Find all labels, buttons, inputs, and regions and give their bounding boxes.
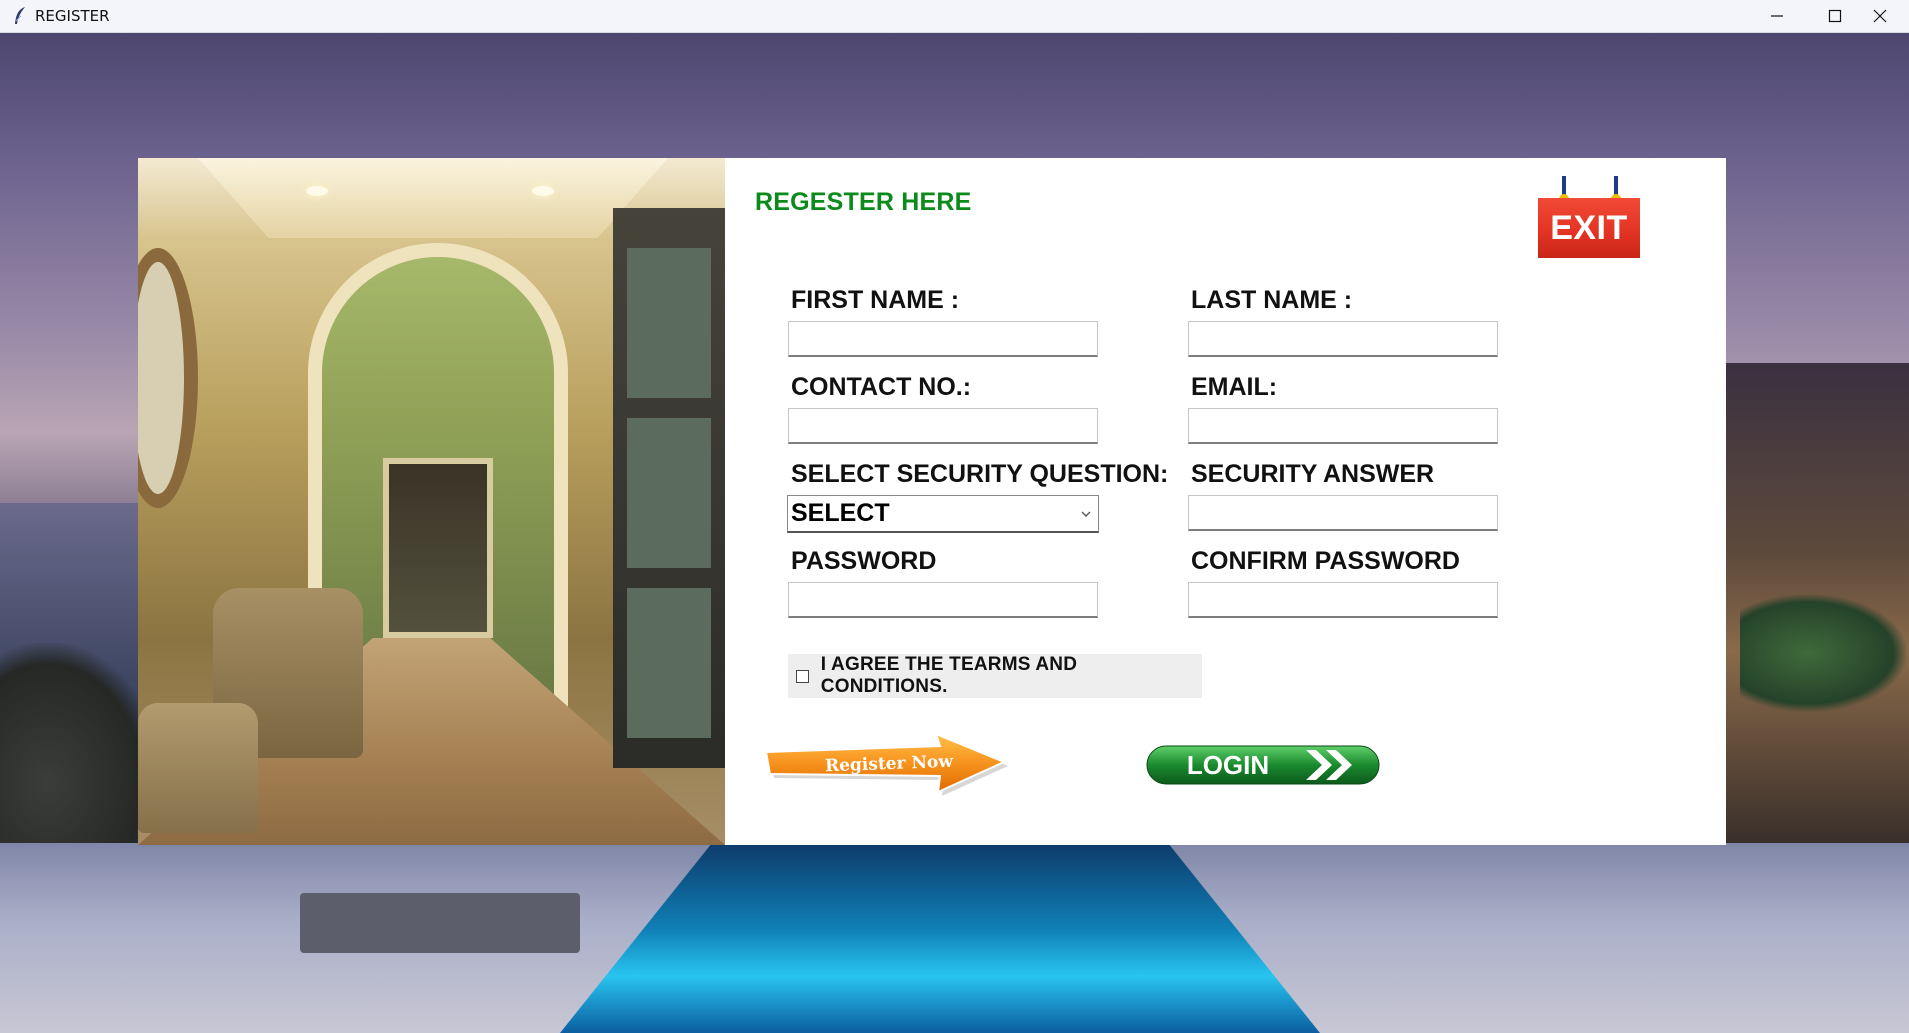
close-button[interactable]	[1851, 0, 1909, 32]
password-label: PASSWORD	[791, 547, 937, 575]
sun-lounger	[300, 893, 580, 953]
security-answer-label: SECURITY ANSWER	[1191, 460, 1435, 488]
first-name-label: FIRST NAME :	[791, 286, 960, 314]
feather-icon	[15, 7, 25, 24]
maximize-icon	[1828, 9, 1842, 23]
exit-button[interactable]: EXIT	[1538, 176, 1642, 258]
glass-door	[383, 458, 493, 638]
form-heading: REGESTER HERE	[755, 188, 972, 216]
ceiling-light	[532, 186, 554, 196]
terms-label: I AGREE THE TEARMS AND CONDITIONS.	[820, 654, 1078, 697]
first-name-input[interactable]	[788, 321, 1098, 357]
terms-checkbox[interactable]	[796, 669, 809, 683]
password-input[interactable]	[788, 582, 1098, 618]
hall-window	[613, 208, 725, 768]
hall-ceiling	[198, 158, 668, 238]
confirm-password-label: CONFIRM PASSWORD	[1191, 547, 1460, 575]
chevron-down-icon	[1081, 511, 1091, 517]
arrow-right-icon: Register Now	[764, 732, 1008, 796]
contact-label: CONTACT NO.:	[791, 373, 972, 401]
island	[0, 643, 160, 843]
security-answer-input[interactable]	[1188, 495, 1498, 531]
terms-checkbox-row[interactable]: I AGREE THE TEARMS AND CONDITIONS.	[788, 654, 1202, 698]
security-question-value: SELECT	[791, 499, 890, 527]
login-arrows-icon: LOGIN	[1146, 745, 1380, 785]
confirm-password-input[interactable]	[1188, 582, 1498, 618]
round-mirror	[138, 248, 198, 508]
register-now-button[interactable]: Register Now	[764, 732, 1014, 800]
armchair	[138, 703, 258, 833]
contact-input[interactable]	[788, 408, 1098, 444]
login-button[interactable]: LOGIN	[1146, 744, 1380, 786]
close-icon	[1873, 9, 1887, 23]
title-bar: REGISTER	[0, 0, 1909, 33]
ceiling-light	[306, 186, 328, 196]
security-question-select[interactable]: SELECT	[787, 495, 1099, 533]
login-label: LOGIN	[1187, 750, 1269, 780]
email-input[interactable]	[1188, 408, 1498, 444]
security-question-label: SELECT SECURITY QUESTION:	[791, 460, 1169, 488]
minimize-icon	[1771, 15, 1783, 17]
register-card: REGESTER HERE EXIT FIRST NAME : LAST NAM…	[138, 158, 1726, 845]
last-name-label: LAST NAME :	[1191, 286, 1353, 314]
last-name-input[interactable]	[1188, 321, 1498, 357]
exit-label: EXIT	[1538, 198, 1640, 258]
minimize-button[interactable]	[1748, 0, 1806, 32]
window-title: REGISTER	[35, 7, 110, 25]
email-label: EMAIL:	[1191, 373, 1278, 401]
hallway-image	[138, 158, 725, 845]
palm-trees	[1740, 593, 1909, 713]
